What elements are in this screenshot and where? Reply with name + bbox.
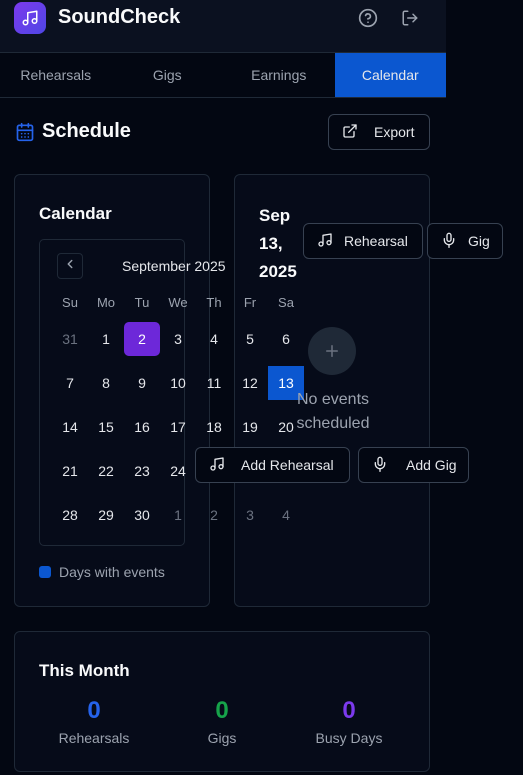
calendar-icon	[15, 122, 35, 147]
external-link-icon	[342, 123, 358, 142]
tab-calendar[interactable]: Calendar	[334, 53, 446, 97]
app-header: SoundCheck	[0, 0, 446, 53]
weekday-header: We	[168, 295, 188, 310]
add-rehearsal-quick-button[interactable]: Rehearsal	[303, 223, 423, 259]
calendar-card-title: Calendar	[39, 204, 112, 223]
music-note-icon	[317, 232, 333, 251]
page-title: Schedule	[42, 120, 131, 142]
tab-rehearsals[interactable]: Rehearsals	[0, 53, 112, 97]
weekday-header: Mo	[96, 295, 116, 310]
microphone-icon	[372, 456, 388, 475]
export-label: Export	[374, 124, 415, 140]
busy-days-count: 0	[342, 697, 356, 724]
add-rehearsal-button[interactable]: Add Rehearsal	[195, 447, 350, 483]
empty-state-text: No events scheduled	[296, 391, 370, 432]
rehearsal-label: Rehearsal	[344, 233, 408, 249]
weekday-header: Tu	[134, 295, 150, 310]
calendar-day[interactable]: 7	[52, 366, 88, 400]
music-note-icon	[14, 2, 46, 34]
gigs-label: Gigs	[207, 730, 237, 746]
add-gig-button[interactable]: Add Gig	[358, 447, 469, 483]
calendar-legend: Days with events	[39, 564, 165, 580]
calendar-day[interactable]: 12	[232, 366, 268, 400]
selected-date-heading: Sep 13, 2025	[259, 206, 297, 281]
calendar-day[interactable]: 2	[124, 322, 160, 356]
add-gig-quick-button[interactable]: Gig	[427, 223, 503, 259]
chevron-left-icon	[63, 257, 77, 276]
calendar-day[interactable]: 10	[160, 366, 196, 400]
calendar-day[interactable]: 23	[124, 454, 160, 488]
weekday-header: Fr	[243, 295, 257, 310]
calendar-day[interactable]: 3	[160, 322, 196, 356]
weekday-header: Th	[206, 295, 222, 310]
calendar-day[interactable]: 2	[196, 498, 232, 532]
calendar-day[interactable]: 30	[124, 498, 160, 532]
gigs-count: 0	[215, 697, 229, 724]
calendar-day[interactable]: 4	[268, 498, 304, 532]
calendar-day[interactable]: 16	[124, 410, 160, 444]
export-button[interactable]: Export	[328, 114, 430, 150]
month-label: September 2025	[122, 258, 226, 274]
weekday-header: Sa	[278, 295, 294, 310]
calendar-day[interactable]: 18	[196, 410, 232, 444]
add-rehearsal-label: Add Rehearsal	[241, 457, 334, 473]
calendar-day[interactable]: 8	[88, 366, 124, 400]
calendar-day[interactable]: 1	[88, 322, 124, 356]
calendar-day[interactable]: 15	[88, 410, 124, 444]
help-icon[interactable]	[358, 8, 378, 28]
music-note-icon	[209, 456, 225, 475]
calendar-day[interactable]: 31	[52, 322, 88, 356]
rehearsals-label: Rehearsals	[58, 730, 130, 746]
calendar-day[interactable]: 14	[52, 410, 88, 444]
logout-icon[interactable]	[400, 8, 420, 28]
calendar-day[interactable]: 3	[232, 498, 268, 532]
calendar-day[interactable]: 17	[160, 410, 196, 444]
calendar-day[interactable]: 1	[160, 498, 196, 532]
weekday-header: Su	[62, 295, 78, 310]
microphone-icon	[441, 232, 457, 251]
tab-earnings[interactable]: Earnings	[223, 53, 335, 97]
calendar-day[interactable]: 6	[268, 322, 304, 356]
calendar-day[interactable]: 24	[160, 454, 196, 488]
this-month-title: This Month	[39, 661, 130, 680]
calendar-day[interactable]: 4	[196, 322, 232, 356]
calendar-day[interactable]: 5	[232, 322, 268, 356]
add-gig-label: Add Gig	[406, 457, 457, 473]
legend-label: Days with events	[59, 564, 165, 580]
plus-icon	[308, 327, 356, 375]
main-tabs: Rehearsals Gigs Earnings Calendar	[0, 53, 446, 98]
gig-label: Gig	[468, 233, 490, 249]
busy-days-label: Busy Days	[315, 730, 383, 746]
previous-month-button[interactable]	[57, 253, 83, 279]
calendar-day[interactable]: 22	[88, 454, 124, 488]
legend-swatch	[39, 566, 51, 578]
calendar-day[interactable]: 11	[196, 366, 232, 400]
calendar-day[interactable]: 9	[124, 366, 160, 400]
calendar-day[interactable]: 19	[232, 410, 268, 444]
app-title: SoundCheck	[58, 6, 181, 28]
calendar-day[interactable]: 28	[52, 498, 88, 532]
calendar-day[interactable]: 29	[88, 498, 124, 532]
tab-gigs[interactable]: Gigs	[112, 53, 224, 97]
calendar-day[interactable]: 21	[52, 454, 88, 488]
rehearsals-count: 0	[87, 697, 101, 724]
